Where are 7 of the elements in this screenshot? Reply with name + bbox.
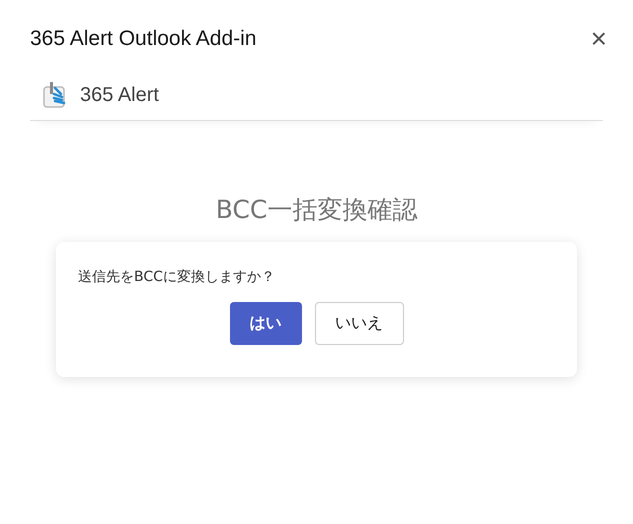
dialog-heading: BCC一括変換確認: [214, 194, 418, 226]
yes-button[interactable]: はい: [230, 302, 302, 345]
window-title: 365 Alert Outlook Add-in: [30, 27, 256, 51]
close-button[interactable]: ×: [590, 25, 607, 53]
app-name: 365 Alert: [80, 84, 159, 106]
confirm-message: 送信先をBCCに変換しますか？: [78, 268, 276, 286]
no-button[interactable]: いいえ: [314, 302, 404, 345]
